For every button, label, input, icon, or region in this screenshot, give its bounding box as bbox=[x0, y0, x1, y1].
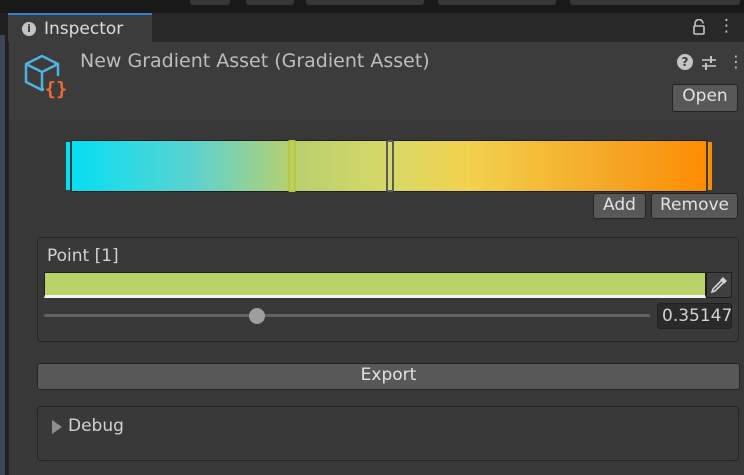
eyedropper-icon[interactable] bbox=[706, 272, 732, 298]
toolbar-button-ghost[interactable] bbox=[246, 0, 294, 5]
toolbar-strip bbox=[0, 0, 744, 13]
gradient-handle[interactable] bbox=[386, 140, 394, 192]
toolbar-button-ghost[interactable] bbox=[570, 0, 740, 5]
open-button[interactable]: Open bbox=[672, 84, 738, 112]
foldout-arrow-icon[interactable] bbox=[52, 420, 62, 434]
debug-foldout[interactable] bbox=[37, 406, 739, 461]
point-label: Point [1] bbox=[47, 246, 119, 266]
export-button[interactable]: Export bbox=[37, 363, 740, 390]
toolbar-button-ghost[interactable] bbox=[190, 0, 230, 5]
preset-icon[interactable] bbox=[700, 54, 718, 72]
info-icon: i bbox=[22, 22, 36, 36]
scene-edge bbox=[0, 13, 8, 475]
help-icon[interactable]: ? bbox=[677, 54, 693, 70]
toolbar-button-ghost[interactable] bbox=[306, 0, 424, 5]
tab-label: Inspector bbox=[44, 19, 124, 39]
slider-track[interactable] bbox=[44, 314, 650, 317]
debug-label: Debug bbox=[68, 416, 124, 436]
color-field[interactable] bbox=[44, 272, 706, 298]
add-button[interactable]: Add bbox=[593, 193, 646, 219]
lock-icon[interactable] bbox=[692, 18, 706, 35]
gradient-handle-selected[interactable] bbox=[288, 140, 296, 192]
slider-value-field[interactable]: 0.35147 bbox=[657, 303, 732, 329]
slider-thumb[interactable] bbox=[248, 308, 265, 324]
gradient-asset-icon: {} bbox=[22, 52, 72, 102]
remove-button[interactable]: Remove bbox=[651, 193, 738, 219]
more-icon[interactable]: ⋮ bbox=[728, 53, 744, 71]
toolbar-button-ghost[interactable] bbox=[438, 0, 556, 5]
gradient-handle[interactable] bbox=[64, 140, 72, 192]
tab-inspector[interactable]: i Inspector bbox=[8, 13, 152, 43]
asset-title: New Gradient Asset (Gradient Asset) bbox=[80, 50, 430, 72]
kebab-icon[interactable]: ⋮ bbox=[718, 17, 735, 35]
gradient-handle[interactable] bbox=[706, 140, 714, 192]
svg-text:{}: {} bbox=[45, 78, 68, 100]
